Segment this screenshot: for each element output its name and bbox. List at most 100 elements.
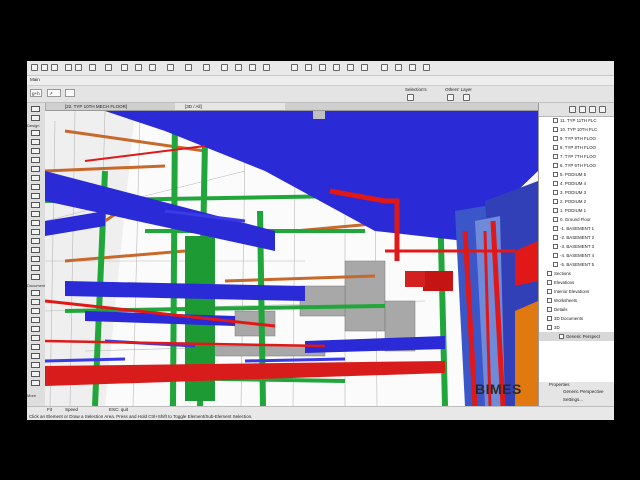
nav-item-basement-5[interactable]: -5. BASEMENT 5 bbox=[553, 260, 594, 269]
view-map-icon[interactable] bbox=[579, 106, 586, 113]
new-file-icon[interactable] bbox=[31, 64, 38, 71]
skylight-tool-icon[interactable] bbox=[31, 265, 40, 271]
layer-icon[interactable] bbox=[135, 64, 142, 71]
curtain-wall-icon[interactable] bbox=[305, 64, 312, 71]
nav-item-basement-2[interactable]: -2. BASEMENT 2 bbox=[553, 233, 594, 242]
nav-item-elevations[interactable]: Elevations bbox=[547, 278, 574, 287]
layer-lock-icon[interactable] bbox=[463, 94, 470, 101]
column-tool-icon[interactable] bbox=[31, 166, 40, 172]
slab-tool-icon[interactable] bbox=[31, 184, 40, 190]
nav-item-3d[interactable]: 3D bbox=[547, 323, 560, 332]
zoom-fit-label[interactable]: Fit bbox=[47, 407, 52, 412]
floor-field[interactable]: g+h bbox=[30, 89, 42, 97]
curtain-wall-tool-icon[interactable] bbox=[31, 229, 40, 235]
pencil-icon[interactable] bbox=[89, 64, 96, 71]
section-tool-icon[interactable] bbox=[31, 371, 40, 377]
settings-button[interactable]: Settings... bbox=[563, 397, 583, 402]
lamp-tool-icon[interactable] bbox=[31, 274, 40, 280]
pointer-field[interactable] bbox=[65, 89, 75, 97]
nav-item-7th-floor[interactable]: 7. TYP 7TH FLOO bbox=[553, 152, 596, 161]
nav-item-6th-floor[interactable]: 6. TYP 6TH FLOO bbox=[553, 161, 596, 170]
zoom-out-icon[interactable] bbox=[235, 64, 242, 71]
save-icon[interactable] bbox=[51, 64, 58, 71]
marquee-tool-icon[interactable] bbox=[31, 115, 40, 121]
nav-item-sections[interactable]: Sections bbox=[547, 269, 571, 278]
nav-item-basement-1[interactable]: -1. BASEMENT 1 bbox=[553, 224, 594, 233]
morph-tool-icon[interactable] bbox=[31, 238, 40, 244]
nav-item-worksheets[interactable]: Worksheets bbox=[547, 296, 577, 305]
receive-icon[interactable] bbox=[409, 64, 416, 71]
nav-item-podium-1[interactable]: 1. PODIUM 1 bbox=[553, 206, 586, 215]
zoom-in-icon[interactable] bbox=[221, 64, 228, 71]
lock-icon[interactable] bbox=[149, 64, 156, 71]
nav-item-8th-floor[interactable]: 8. TYP 8TH FLOO bbox=[553, 143, 596, 152]
layout-icon[interactable] bbox=[167, 64, 174, 71]
nav-item-10th-floor[interactable]: 10. TYP 10TH FLC bbox=[553, 125, 597, 134]
level-dimension-tool-icon[interactable] bbox=[31, 299, 40, 305]
beam-tool-icon[interactable] bbox=[31, 175, 40, 181]
redo-icon[interactable] bbox=[75, 64, 82, 71]
section-icon[interactable] bbox=[333, 64, 340, 71]
nav-item-podium-4[interactable]: 4. PODIUM 4 bbox=[553, 179, 586, 188]
nav-item-details[interactable]: Details bbox=[547, 305, 567, 314]
send-icon[interactable] bbox=[395, 64, 402, 71]
nav-item-podium-2[interactable]: 2. PODIUM 2 bbox=[553, 197, 586, 206]
eye-icon[interactable] bbox=[447, 94, 454, 101]
wall-tool-icon[interactable] bbox=[31, 130, 40, 136]
nav-item-podium-5[interactable]: 5. PODIUM 5 bbox=[553, 170, 586, 179]
text-tool-icon[interactable] bbox=[31, 308, 40, 314]
marquee-icon[interactable] bbox=[361, 64, 368, 71]
shell-tool-icon[interactable] bbox=[31, 202, 40, 208]
elevation-tool-icon[interactable] bbox=[31, 380, 40, 386]
grid-icon[interactable] bbox=[121, 64, 128, 71]
nav-item-interior-elevations[interactable]: Interior Elevations bbox=[547, 287, 589, 296]
arrow-field[interactable]: ↗ bbox=[47, 89, 61, 97]
layout-book-icon[interactable] bbox=[589, 106, 596, 113]
render-icon[interactable] bbox=[319, 64, 326, 71]
settings-icon[interactable] bbox=[423, 64, 430, 71]
label-tool-icon[interactable] bbox=[31, 317, 40, 323]
roof-tool-icon[interactable] bbox=[31, 193, 40, 199]
fill-tool-icon[interactable] bbox=[31, 326, 40, 332]
nav-item-generic-perspective[interactable]: Generic Perspect bbox=[539, 332, 614, 341]
open-file-icon[interactable] bbox=[41, 64, 48, 71]
zone-tool-icon[interactable] bbox=[31, 247, 40, 253]
nav-item-ground-floor[interactable]: 0. Ground Floor bbox=[553, 215, 591, 224]
object-tool-icon[interactable] bbox=[31, 157, 40, 163]
nav-item-9th-floor[interactable]: 9. TYP 9TH FLOO bbox=[553, 134, 596, 143]
fit-window-icon[interactable] bbox=[249, 64, 256, 71]
speed-label[interactable]: Speed bbox=[65, 407, 78, 412]
mesh-tool-icon[interactable] bbox=[31, 256, 40, 262]
nav-item-podium-3[interactable]: 3. PODIUM 3 bbox=[553, 188, 586, 197]
hide-selection-icon[interactable] bbox=[407, 94, 414, 101]
tab-floor-plan[interactable]: [22. TYP 10TH MECH FLOOR] bbox=[55, 103, 173, 110]
publisher-icon[interactable] bbox=[599, 106, 606, 113]
arc-tool-icon[interactable] bbox=[31, 344, 40, 350]
undo-icon[interactable] bbox=[65, 64, 72, 71]
orbit-icon[interactable] bbox=[263, 64, 270, 71]
nav-item-3d-documents[interactable]: 3D Documents bbox=[547, 314, 583, 323]
door-tool-icon[interactable] bbox=[31, 139, 40, 145]
dimension-tool-icon[interactable] bbox=[31, 290, 40, 296]
nav-item-basement-3[interactable]: -3. BASEMENT 3 bbox=[553, 242, 594, 251]
snap-icon[interactable] bbox=[105, 64, 112, 71]
teamwork-icon[interactable] bbox=[381, 64, 388, 71]
element-icon[interactable] bbox=[291, 64, 298, 71]
magic-wand-icon[interactable] bbox=[185, 64, 192, 71]
nav-item-basement-4[interactable]: -4. BASEMENT 4 bbox=[553, 251, 594, 260]
more-header[interactable]: More bbox=[27, 393, 36, 398]
window-tool-icon[interactable] bbox=[31, 148, 40, 154]
railing-tool-icon[interactable] bbox=[31, 220, 40, 226]
tab-3d[interactable]: [3D / All] bbox=[175, 103, 285, 110]
trace-icon[interactable] bbox=[203, 64, 210, 71]
arrow-tool-icon[interactable] bbox=[31, 106, 40, 112]
nav-item-11th-floor[interactable]: 11. TYP 11TH FLC bbox=[553, 116, 597, 125]
project-map-icon[interactable] bbox=[569, 106, 576, 113]
3d-viewport[interactable]: BIMES bbox=[45, 111, 538, 406]
line-tool-icon[interactable] bbox=[31, 335, 40, 341]
drawing-tool-icon[interactable] bbox=[31, 362, 40, 368]
measure-icon[interactable] bbox=[347, 64, 354, 71]
stair-tool-icon[interactable] bbox=[31, 211, 40, 217]
polyline-tool-icon[interactable] bbox=[31, 353, 40, 359]
mep-model-render bbox=[45, 111, 538, 406]
